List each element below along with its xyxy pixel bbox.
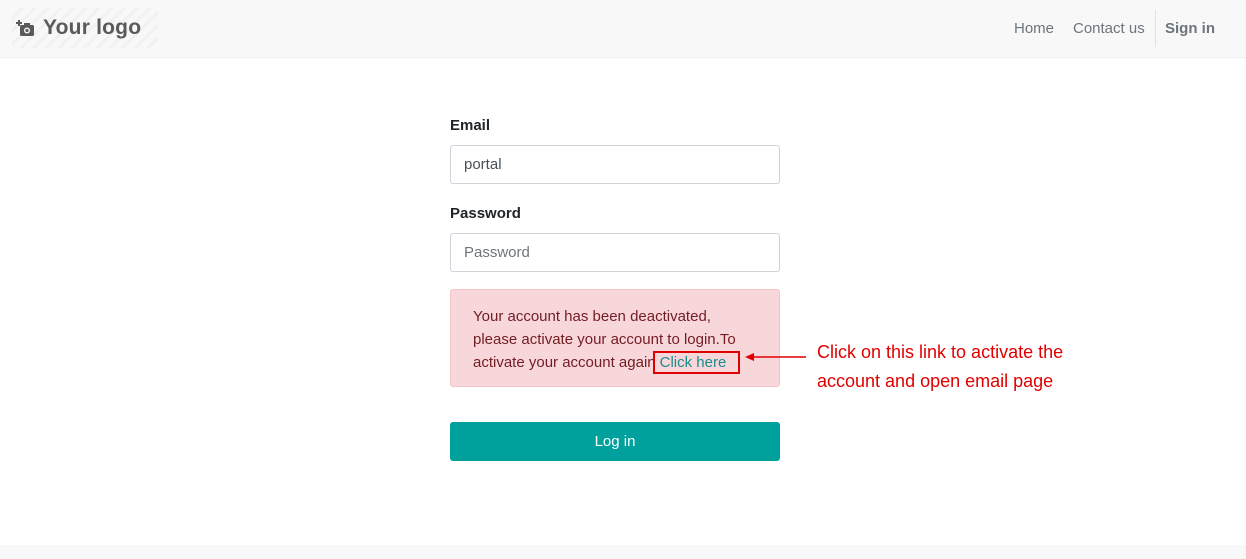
activate-account-link[interactable]: Click here — [652, 351, 741, 374]
annotation-arrow-icon — [745, 353, 806, 361]
annotation-text: Click on this link to activate the accou… — [817, 342, 1064, 391]
email-label: Email — [450, 117, 491, 134]
email-input[interactable] — [450, 145, 780, 184]
footer — [0, 545, 1246, 559]
password-label: Password — [450, 205, 521, 222]
logo-text: Your logo — [43, 16, 142, 39]
camera-icon — [16, 18, 36, 38]
top-navbar: Your logo Home Contact us Sign in — [0, 0, 1246, 58]
nav-divider — [1155, 10, 1156, 47]
nav-home-link[interactable]: Home — [1014, 20, 1054, 37]
nav-contact-link[interactable]: Contact us — [1073, 20, 1145, 37]
nav-signin-link[interactable]: Sign in — [1165, 20, 1215, 37]
logo[interactable]: Your logo — [12, 8, 158, 48]
deactivated-alert: Your account has been deactivated, pleas… — [450, 289, 780, 387]
login-button[interactable]: Log in — [450, 422, 780, 461]
password-input[interactable] — [450, 233, 780, 272]
